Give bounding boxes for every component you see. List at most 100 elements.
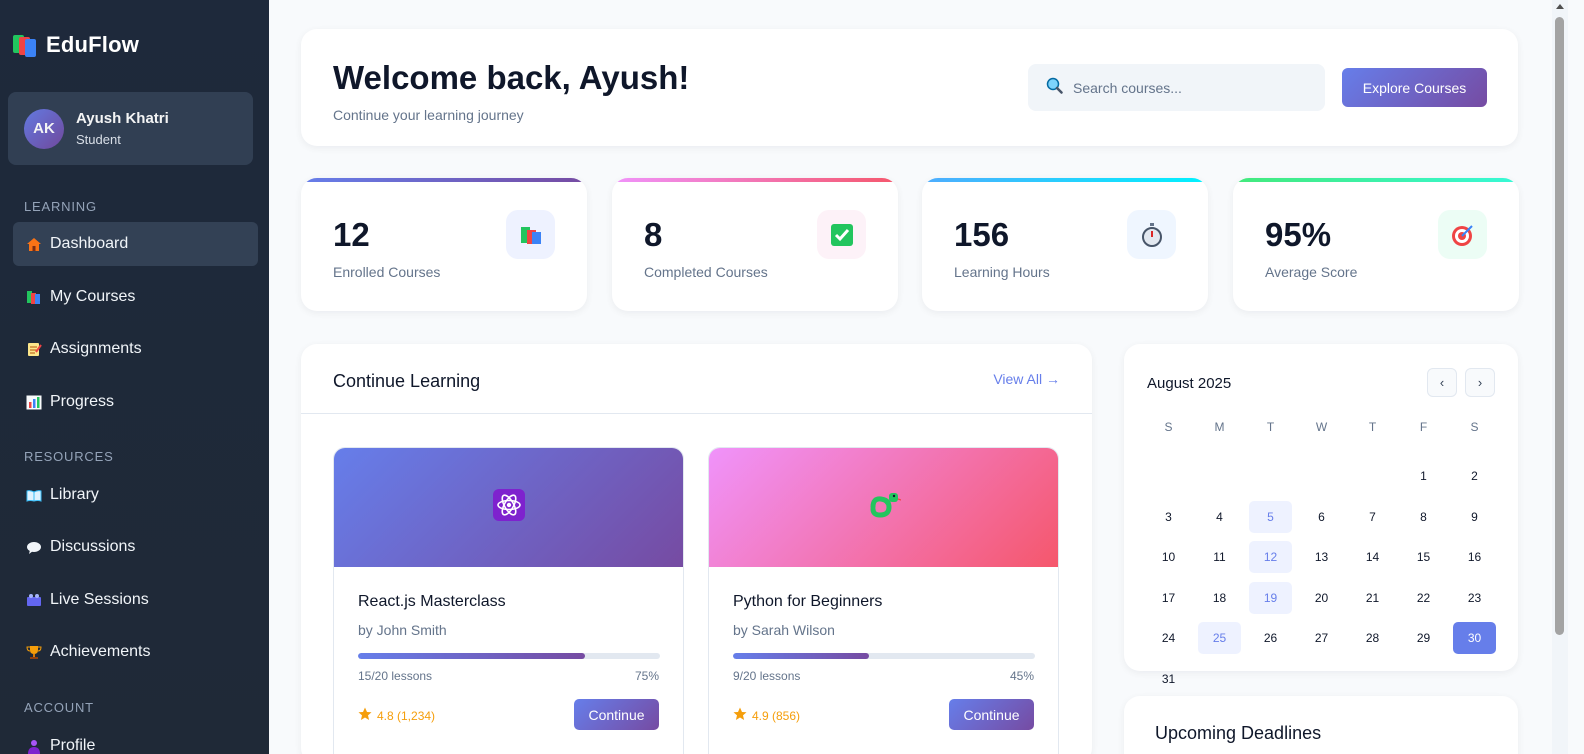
calendar-day-today[interactable]: 30 [1453, 622, 1496, 654]
section-label-resources: RESOURCES [24, 449, 114, 464]
calendar-day[interactable]: 8 [1402, 501, 1445, 533]
calendar-day[interactable]: 4 [1198, 501, 1241, 533]
progress-percent: 75% [634, 669, 659, 683]
calendar-day[interactable]: 23 [1453, 582, 1496, 614]
sidebar-item-dashboard[interactable]: Dashboard [13, 222, 258, 266]
calendar-day[interactable]: 15 [1402, 541, 1445, 573]
weekday-header: S [1470, 420, 1479, 434]
calendar-day[interactable]: 19 [1249, 581, 1292, 614]
calendar-empty-cell [1300, 460, 1343, 492]
lessons-count: 15/20 lessons [358, 669, 433, 683]
sidebar-item-assignments[interactable]: Assignments [13, 327, 258, 371]
calendar-day[interactable]: 13 [1300, 541, 1343, 573]
stat-value: 8 [644, 216, 663, 253]
continue-button[interactable]: Continue [949, 699, 1034, 730]
books-icon [25, 289, 42, 305]
panel-title: Continue Learning [333, 371, 481, 391]
continue-button[interactable]: Continue [574, 699, 659, 730]
calendar-day[interactable]: 16 [1453, 541, 1496, 573]
page-scrollbar[interactable] [1552, 0, 1568, 754]
sidebar-item-library[interactable]: Library [13, 473, 258, 517]
calendar-day[interactable]: 17 [1147, 582, 1190, 614]
search-box[interactable] [1028, 64, 1325, 111]
course-card-python[interactable]: Python for Beginners by Sarah Wilson 9/2… [708, 447, 1059, 754]
sidebar-item-label: Live Sessions [50, 591, 149, 608]
explore-courses-button[interactable]: Explore Courses [1342, 68, 1487, 107]
progress-percent: 45% [1009, 669, 1034, 683]
brand[interactable]: EduFlow [12, 32, 139, 58]
scroll-up-arrow-icon[interactable] [1556, 4, 1564, 9]
calendar-day[interactable]: 25 [1198, 622, 1241, 654]
calendar-day[interactable]: 20 [1300, 582, 1343, 614]
calendar-day[interactable]: 18 [1198, 582, 1241, 614]
calendar-prev-button[interactable]: ‹ [1427, 368, 1457, 397]
sidebar-item-label: Discussions [50, 538, 136, 555]
calendar-day[interactable]: 31 [1147, 663, 1190, 695]
calendar-day[interactable]: 3 [1147, 501, 1190, 533]
calendar-day[interactable]: 28 [1351, 622, 1394, 654]
calendar-day[interactable]: 22 [1402, 582, 1445, 614]
calendar-day[interactable]: 26 [1249, 622, 1292, 654]
books-icon [506, 210, 555, 259]
sidebar-item-label: Assignments [50, 340, 142, 357]
calendar-day[interactable]: 12 [1249, 541, 1292, 573]
section-label-learning: LEARNING [24, 199, 97, 214]
calendar-day[interactable]: 14 [1351, 541, 1394, 573]
person-icon [25, 738, 42, 754]
calendar-day[interactable]: 7 [1351, 501, 1394, 533]
sidebar-item-progress[interactable]: Progress [13, 380, 258, 424]
sidebar-item-achievements[interactable]: Achievements [13, 630, 258, 674]
snake-icon [867, 489, 901, 526]
stat-label: Learning Hours [954, 264, 1050, 280]
stopwatch-icon [1127, 210, 1176, 259]
calendar-day[interactable]: 9 [1453, 501, 1496, 533]
accent-bar [612, 178, 898, 182]
accent-bar [1233, 178, 1519, 182]
user-role: Student [76, 132, 121, 147]
calendar-month: August 2025 [1147, 375, 1232, 392]
calendar-next-button[interactable]: › [1465, 368, 1495, 397]
calendar-grid: S M T W T F S 1 2 3 4 5 6 7 8 9 10 11 12 13 14 15 16 17 18 19 20 21… [1147, 420, 1496, 703]
home-icon [25, 236, 42, 252]
view-all-link[interactable]: View All → [993, 371, 1060, 387]
course-author: by Sarah Wilson [733, 622, 835, 638]
sidebar-item-my-courses[interactable]: My Courses [13, 275, 258, 319]
brand-name: EduFlow [46, 32, 140, 57]
calendar-day[interactable]: 10 [1147, 541, 1190, 573]
calendar-day[interactable]: 5 [1249, 500, 1292, 533]
calendar-day[interactable]: 11 [1198, 541, 1241, 573]
course-card-react[interactable]: React.js Masterclass by John Smith 15/20… [333, 447, 684, 754]
upcoming-deadlines-panel: Upcoming Deadlines [1124, 696, 1518, 754]
calendar-day[interactable]: 2 [1453, 460, 1496, 492]
weekday-header: F [1419, 420, 1428, 434]
scrollbar-thumb[interactable] [1555, 17, 1564, 635]
user-name: Ayush Khatri [76, 110, 169, 127]
calendar-day[interactable]: 1 [1402, 460, 1445, 492]
course-title: Python for Beginners [733, 593, 883, 610]
calendar-empty-cell [1147, 460, 1190, 492]
stat-value: 12 [333, 216, 370, 253]
weekday-header: T [1266, 420, 1275, 434]
atom-icon [492, 489, 525, 526]
calendar-day[interactable]: 6 [1300, 501, 1343, 533]
sidebar-item-label: Achievements [50, 643, 151, 660]
search-input[interactable] [1073, 79, 1293, 96]
progress-bar [358, 653, 660, 659]
sidebar-item-live-sessions[interactable]: Live Sessions [13, 578, 258, 622]
course-author: by John Smith [358, 622, 447, 638]
calendar-day[interactable]: 27 [1300, 622, 1343, 654]
user-profile-card[interactable]: AK Ayush Khatri Student [8, 92, 253, 165]
stat-label: Completed Courses [644, 264, 768, 280]
lessons-count: 9/20 lessons [733, 669, 801, 683]
calendar-day[interactable]: 24 [1147, 622, 1190, 654]
sidebar-item-profile[interactable]: Profile [13, 724, 258, 754]
stat-value: 156 [954, 216, 1010, 253]
sidebar-item-label: Dashboard [50, 235, 129, 252]
calendar-day[interactable]: 21 [1351, 582, 1394, 614]
calendar-day[interactable]: 29 [1402, 622, 1445, 654]
calendar-empty-cell [1249, 460, 1292, 492]
sidebar-item-discussions[interactable]: Discussions [13, 525, 258, 569]
trophy-icon [25, 644, 42, 660]
video-icon [25, 592, 42, 608]
stat-card-hours: 156 Learning Hours [922, 178, 1208, 311]
